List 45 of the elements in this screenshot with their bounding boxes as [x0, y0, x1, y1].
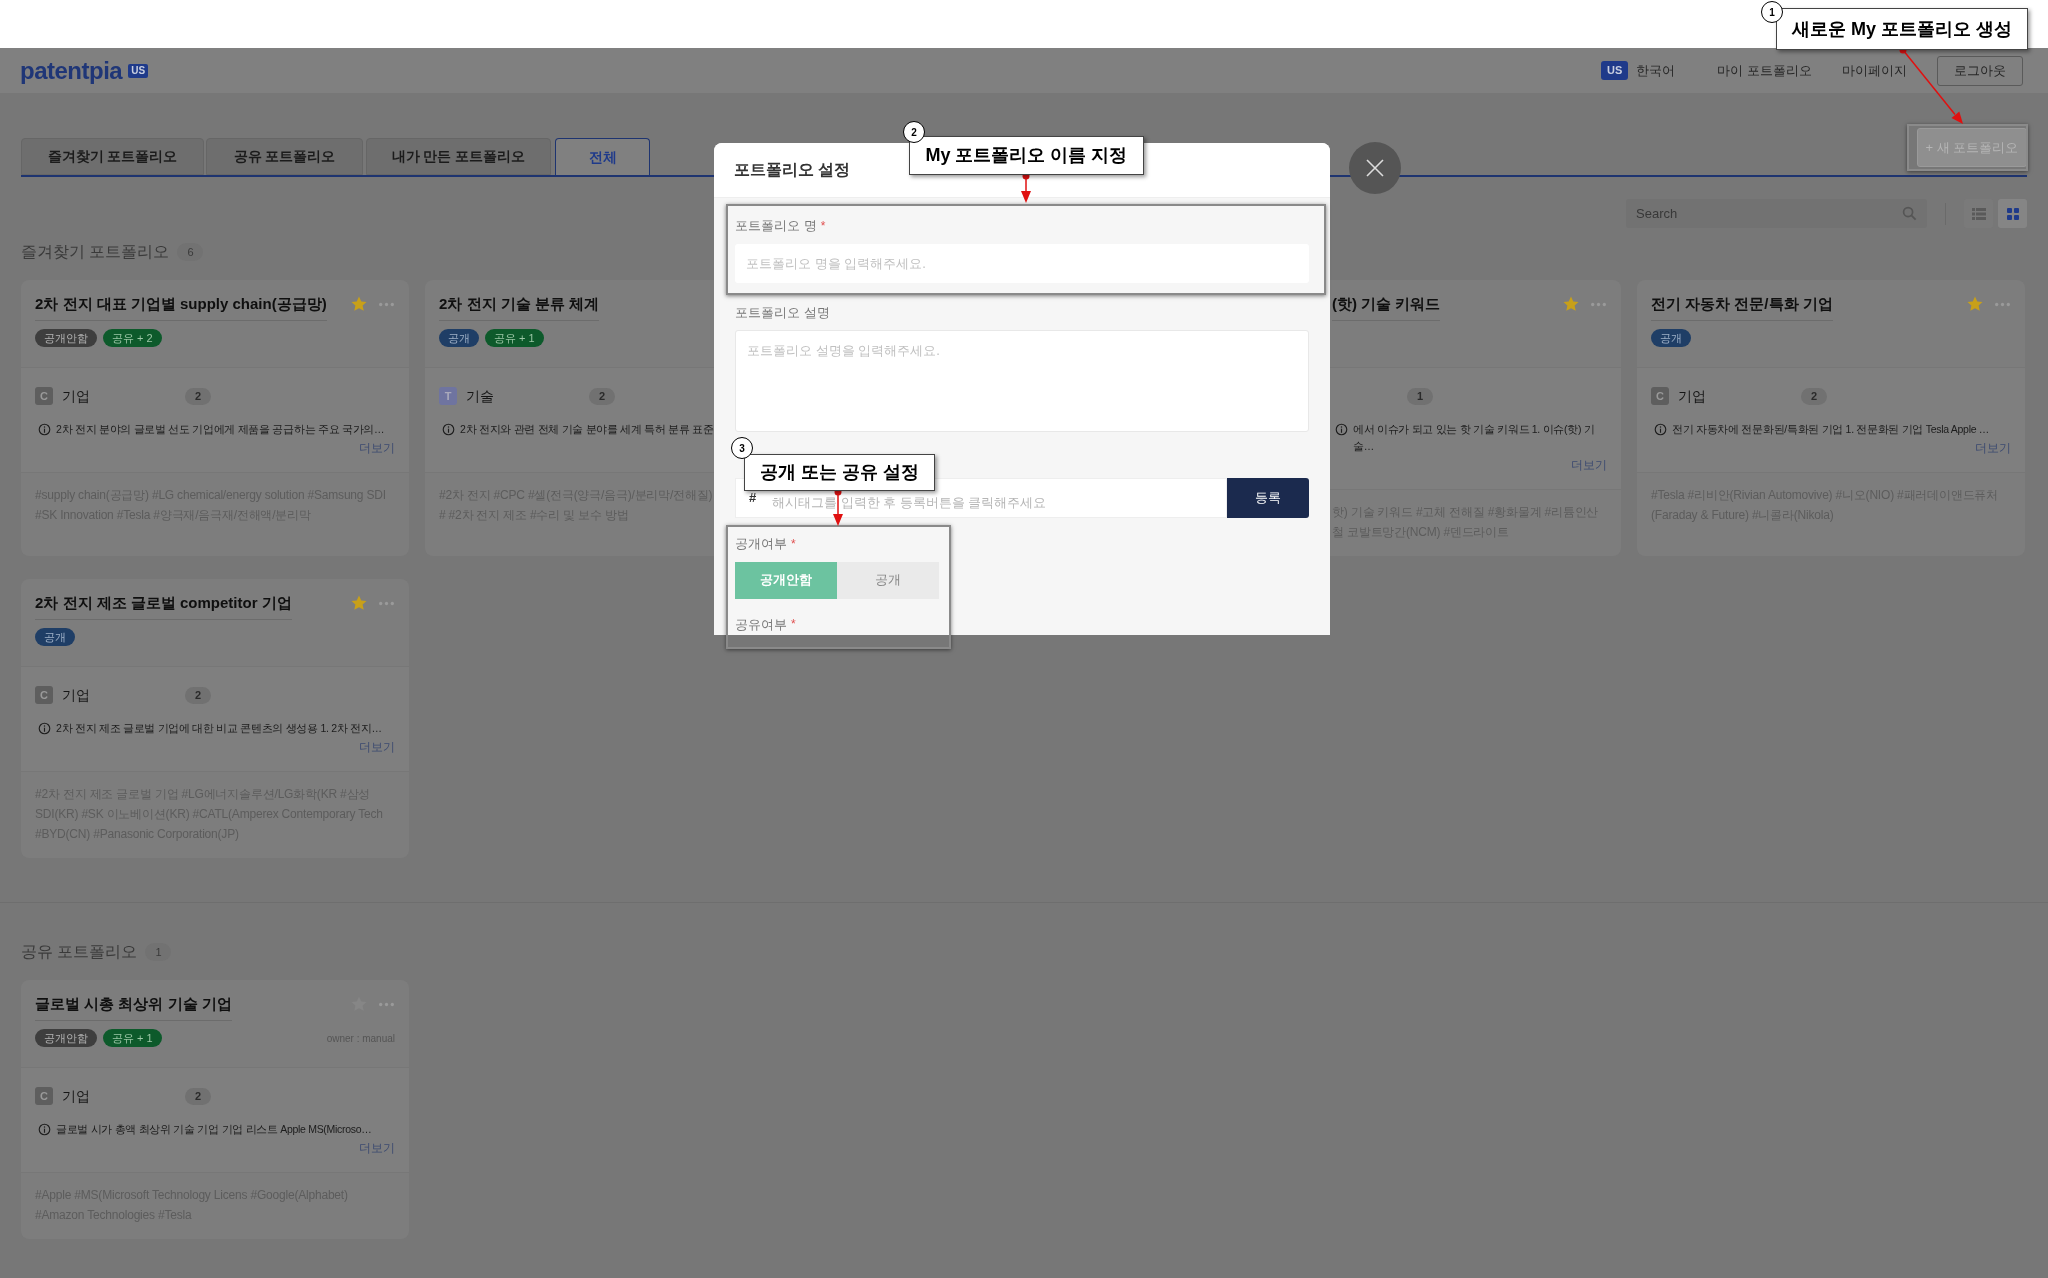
- count-badge: 2: [589, 387, 615, 405]
- count-badge: 2: [1801, 387, 1827, 405]
- card-description: 에서 이슈가 되고 있는 핫 기술 키워드 1. 이슈(핫) 기술…: [1353, 422, 1596, 454]
- section-title: 공유 포트폴리오: [21, 942, 138, 962]
- required-mark: *: [791, 616, 796, 634]
- field-label: 포트폴리오 명: [735, 217, 817, 235]
- status-badge: 공유 + 1: [485, 329, 544, 347]
- category-label: 기업: [62, 386, 91, 406]
- language-badge: US: [1601, 61, 1629, 80]
- hash-symbol: #: [749, 490, 757, 506]
- dialog-title: 포트폴리오 설정: [734, 160, 851, 180]
- status-badge: 공개: [439, 329, 479, 347]
- callout-tooltip: 공개 또는 공유 설정: [744, 454, 935, 491]
- card-description: 2차 전지 분야의 글로벌 선도 기업에게 제품을 공급하는 주요 국가의…: [56, 422, 385, 437]
- count-badge: 2: [185, 686, 211, 704]
- count-badge: 2: [185, 387, 211, 405]
- status-badge: 공유 + 1: [103, 1029, 162, 1047]
- status-badge: 공유 + 2: [103, 329, 162, 347]
- section-title: 즐겨찾기 포트폴리오: [21, 242, 170, 262]
- card-description: 글로벌 시가 총액 최상위 기술 기업 기업 리스트 Apple MS(Microso…: [56, 1122, 372, 1137]
- card-description: 전기 자동차에 전문화된/특화된 기업 1. 전문화된 기업 Tesla Apple …: [1672, 422, 1990, 437]
- callout-tooltip: 새로운 My 포트폴리오 생성: [1776, 8, 2028, 50]
- category-label: 기업: [62, 1086, 91, 1106]
- callout-tooltip: My 포트폴리오 이름 지정: [909, 136, 1144, 175]
- status-badge: 공개안함: [35, 1029, 97, 1047]
- category-letter: C: [35, 387, 53, 405]
- status-badge: 공개안함: [35, 329, 97, 347]
- category-letter: C: [1651, 387, 1669, 405]
- status-badge: 공개: [35, 628, 75, 646]
- status-badge: 공개: [1651, 329, 1691, 347]
- required-mark: *: [820, 217, 826, 235]
- category-letter: C: [35, 1087, 53, 1105]
- required-mark: *: [791, 535, 796, 553]
- field-label: 공개여부: [735, 535, 787, 553]
- step-number: 2: [903, 121, 925, 143]
- category-label: 기술: [466, 386, 495, 406]
- card-description: 2차 전지 제조 글로벌 기업에 대한 비교 콘텐츠의 생성용 1. 2차 전지…: [56, 721, 382, 736]
- field-label: 공유여부: [735, 615, 787, 634]
- category-label: 기업: [62, 685, 91, 705]
- category-letter: C: [35, 686, 53, 704]
- count-badge: 1: [1407, 387, 1433, 405]
- card-description: 2차 전지와 관련 전체 기술 분야를 세계 특허 분류 표준: [460, 422, 714, 437]
- count-badge: 2: [185, 1087, 211, 1105]
- category-letter: T: [439, 387, 457, 405]
- category-label: 기업: [1678, 386, 1707, 406]
